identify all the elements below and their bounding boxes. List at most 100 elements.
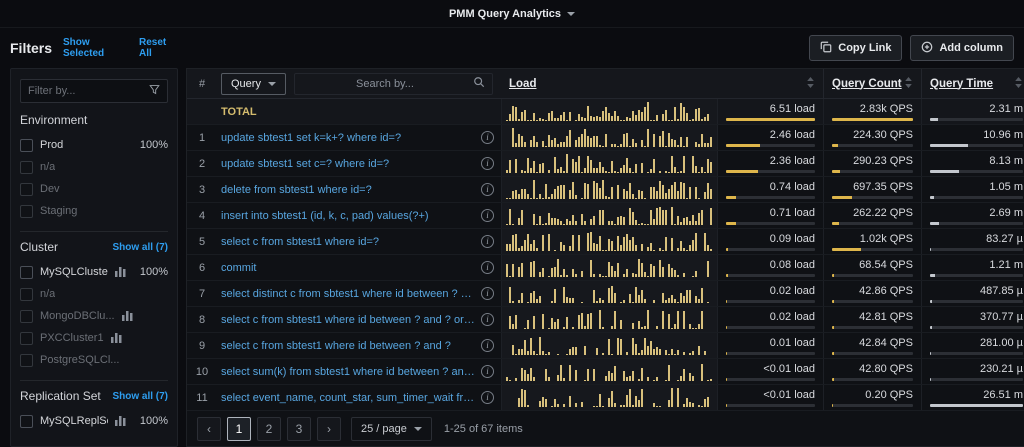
checkbox[interactable]: [20, 266, 33, 279]
sort-icon[interactable]: [904, 76, 913, 92]
query-text-link[interactable]: delete from sbtest1 where id=?: [221, 184, 475, 196]
query-text-link[interactable]: commit: [221, 262, 475, 274]
query-time-cell: 370.77 µ: [921, 307, 1024, 332]
checkbox[interactable]: [20, 205, 33, 218]
page-button-3[interactable]: 3: [287, 417, 311, 441]
filter-item-prod[interactable]: Prod100%: [20, 134, 168, 156]
filter-search-box[interactable]: [20, 79, 168, 103]
divider: [20, 231, 168, 232]
info-icon[interactable]: i: [481, 209, 494, 222]
info-icon[interactable]: i: [481, 183, 494, 196]
query-text-link[interactable]: select c from sbtest1 where id between ?…: [221, 340, 475, 352]
query-row[interactable]: 3delete from sbtest1 where id=?i0.74 loa…: [187, 177, 1024, 203]
total-row[interactable]: TOTAL6.51 load2.83k QPS2.31 m: [187, 99, 1024, 125]
filter-item-pxccluster1[interactable]: PXCCluster1: [20, 327, 168, 349]
search-box[interactable]: [294, 73, 493, 95]
filter-item-mysqlreplse[interactable]: MySQLReplSe...100%: [20, 410, 168, 432]
show-all-link[interactable]: Show all (7): [112, 391, 168, 402]
filter-item-mysqlcluster1[interactable]: MySQLCluster1100%: [20, 261, 168, 283]
copy-link-button[interactable]: Copy Link: [809, 35, 902, 61]
query-cell: delete from sbtest1 where id=? i: [217, 177, 501, 202]
query-text-link[interactable]: update sbtest1 set c=? where id=?: [221, 158, 475, 170]
query-row[interactable]: 4insert into sbtest1 (id, k, c, pad) val…: [187, 203, 1024, 229]
info-icon[interactable]: i: [481, 339, 494, 352]
page-size-select[interactable]: 25 / page: [351, 417, 432, 441]
filter-item-n-a[interactable]: n/a: [20, 283, 168, 305]
query-row[interactable]: 5select c from sbtest1 where id=?i0.09 l…: [187, 229, 1024, 255]
checkbox[interactable]: [20, 288, 33, 301]
checkbox[interactable]: [20, 310, 33, 323]
query-text-link[interactable]: select event_name, count_star, sum_timer…: [221, 392, 475, 404]
column-load-header[interactable]: Load: [501, 69, 823, 98]
checkbox[interactable]: [20, 183, 33, 196]
checkbox[interactable]: [20, 415, 33, 428]
query-text-link[interactable]: select c from sbtest1 where id=?: [221, 236, 475, 248]
filter-section-header: Replication SetShow all (7): [20, 389, 168, 403]
info-icon[interactable]: i: [481, 287, 494, 300]
next-page-button[interactable]: ›: [317, 417, 341, 441]
query-text-link[interactable]: update sbtest1 set k=k+? where id=?: [221, 132, 475, 144]
info-icon[interactable]: i: [481, 313, 494, 326]
query-text-link[interactable]: select c from sbtest1 where id between ?…: [221, 314, 475, 326]
layout: Filters Show Selected Reset All Environm…: [0, 28, 1024, 447]
query-row[interactable]: 10select sum(k) from sbtest1 where id be…: [187, 359, 1024, 385]
query-text-link[interactable]: select distinct c from sbtest1 where id …: [221, 288, 475, 300]
column-query-time-header[interactable]: Query Time: [921, 69, 1024, 98]
sort-icon[interactable]: [1014, 76, 1023, 92]
query-row[interactable]: 8select c from sbtest1 where id between …: [187, 307, 1024, 333]
query-row[interactable]: 1update sbtest1 set k=k+? where id=?i2.4…: [187, 125, 1024, 151]
bar-chart-icon[interactable]: [122, 311, 133, 321]
divider: [20, 380, 168, 381]
filter-item-mongodbclu[interactable]: MongoDBClu...: [20, 305, 168, 327]
load-column-label: Load: [509, 78, 536, 90]
query-row[interactable]: 6commiti0.08 load68.54 QPS1.21 m: [187, 255, 1024, 281]
page-button-1[interactable]: 1: [227, 417, 251, 441]
load-value: 0.71 load: [770, 207, 815, 219]
query-count-cell: 224.30 QPS: [823, 125, 921, 150]
bar-chart-icon[interactable]: [115, 416, 126, 426]
query-text-link[interactable]: insert into sbtest1 (id, k, c, pad) valu…: [221, 210, 475, 222]
bar-chart-icon[interactable]: [115, 267, 126, 277]
bar-chart-icon[interactable]: [111, 333, 122, 343]
filter-item-postgresqlcl[interactable]: PostgreSQLCl...: [20, 349, 168, 371]
filter-search-input[interactable]: [28, 85, 143, 97]
column-query-count-header[interactable]: Query Count: [823, 69, 921, 98]
query-row[interactable]: 7select distinct c from sbtest1 where id…: [187, 281, 1024, 307]
sort-icon[interactable]: [806, 76, 815, 92]
checkbox[interactable]: [20, 139, 33, 152]
query-time-bar: [930, 118, 1023, 121]
filter-item-dev[interactable]: Dev: [20, 178, 168, 200]
query-text-link[interactable]: select sum(k) from sbtest1 where id betw…: [221, 366, 475, 378]
show-selected-link[interactable]: Show Selected: [63, 37, 128, 59]
query-dimension-dropdown[interactable]: Query: [221, 73, 286, 95]
query-row[interactable]: 9select c from sbtest1 where id between …: [187, 333, 1024, 359]
query-time-bar: [930, 248, 1023, 251]
checkbox[interactable]: [20, 161, 33, 174]
info-icon[interactable]: i: [481, 235, 494, 248]
load-sparkline: [501, 255, 717, 280]
query-time-value: 230.21 µ: [980, 363, 1023, 375]
load-bar: [726, 170, 815, 173]
filter-item-n-a[interactable]: n/a: [20, 156, 168, 178]
info-icon[interactable]: i: [481, 261, 494, 274]
info-icon[interactable]: i: [481, 131, 494, 144]
reset-all-link[interactable]: Reset All: [139, 37, 178, 59]
add-column-button[interactable]: Add column: [910, 35, 1014, 61]
query-count-bar: [832, 196, 913, 199]
info-icon[interactable]: i: [481, 391, 494, 404]
filter-item-staging[interactable]: Staging: [20, 200, 168, 222]
prev-page-button[interactable]: ‹: [197, 417, 221, 441]
search-input[interactable]: [302, 78, 468, 90]
info-icon[interactable]: i: [481, 365, 494, 378]
info-icon[interactable]: i: [481, 157, 494, 170]
page-button-2[interactable]: 2: [257, 417, 281, 441]
show-all-link[interactable]: Show all (7): [112, 242, 168, 253]
query-row[interactable]: 2update sbtest1 set c=? where id=?i2.36 …: [187, 151, 1024, 177]
query-text-link[interactable]: TOTAL: [221, 106, 494, 118]
dashboard-title-dropdown[interactable]: PMM Query Analytics: [449, 8, 575, 20]
query-row[interactable]: 11select event_name, count_star, sum_tim…: [187, 385, 1024, 411]
copy-icon: [820, 41, 832, 56]
checkbox[interactable]: [20, 332, 33, 345]
checkbox[interactable]: [20, 354, 33, 367]
load-bar: [726, 352, 815, 355]
